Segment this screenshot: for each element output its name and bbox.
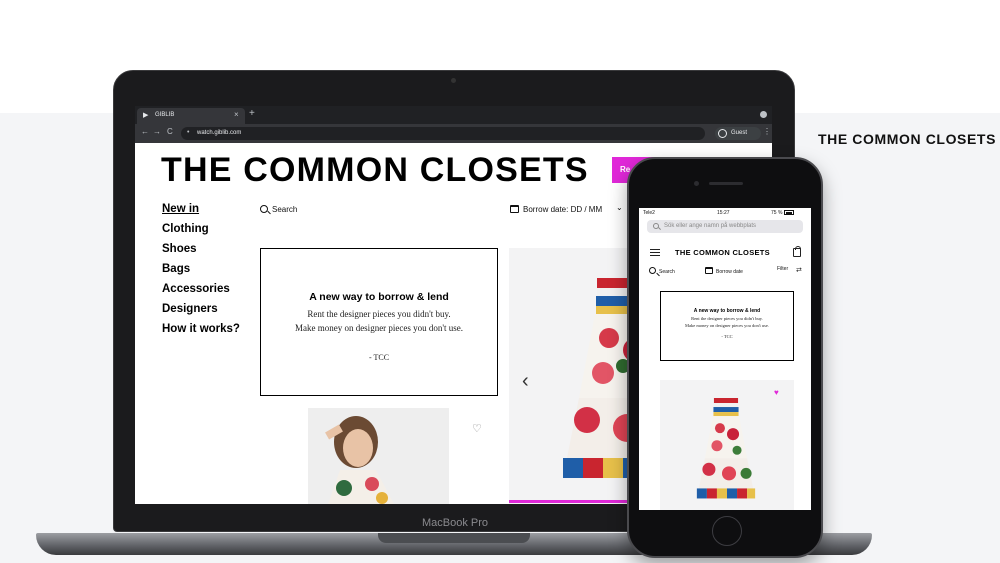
heart-filled-icon[interactable]: ♥ <box>774 388 779 397</box>
search-icon <box>260 205 268 213</box>
window-control-icon[interactable] <box>760 111 767 118</box>
phone-frame: Tele2 15:27 75 % Sök eller ange namn på … <box>627 157 823 558</box>
mobile-promo-box: A new way to borrow & lend Rent the desi… <box>660 291 794 361</box>
battery-label: 75 % <box>771 210 783 216</box>
borrow-date-control[interactable]: Borrow date: DD / MM <box>510 204 602 214</box>
battery-icon <box>783 210 794 215</box>
calendar-icon <box>705 267 713 274</box>
nav-item-new-in[interactable]: New in <box>162 203 240 223</box>
mobile-borrow-label: Borrow date <box>716 269 743 275</box>
mobile-site-title[interactable]: THE COMMON CLOSETS <box>675 248 770 257</box>
forward-button[interactable]: → <box>153 127 161 136</box>
hamburger-menu-icon[interactable] <box>650 249 660 256</box>
laptop-model-label: MacBook Pro <box>421 517 489 529</box>
search-control[interactable]: Search <box>260 204 297 214</box>
lock-icon: • <box>187 129 190 136</box>
mobile-search-input[interactable]: Sök eller ange namn på webbplats <box>647 220 803 233</box>
mobile-search-label: Search <box>659 269 675 275</box>
home-button[interactable] <box>712 516 742 546</box>
brand-caption: THE COMMON CLOSETS <box>818 131 997 147</box>
reload-button[interactable]: C <box>167 127 173 136</box>
nav-item-bags[interactable]: Bags <box>162 263 240 283</box>
play-icon: ▶ <box>143 112 149 119</box>
phone-camera <box>694 181 699 186</box>
mobile-promo-line-1: Rent the designer pieces you didn't buy. <box>691 316 763 321</box>
browser-tab[interactable]: ▶ GIBLIB × <box>137 108 245 124</box>
calendar-icon <box>510 205 519 213</box>
mobile-promo-line-2: Make money on designer pieces you don't … <box>684 323 770 328</box>
promo-line-2: Make money on designer pieces you don't … <box>294 323 464 333</box>
search-icon <box>653 223 659 229</box>
mobile-skirt-image <box>688 398 766 510</box>
profile-label: Guest <box>731 130 748 136</box>
nav-item-clothing[interactable]: Clothing <box>162 223 240 243</box>
heart-outline-icon[interactable]: ♡ <box>472 422 482 435</box>
browser-toolbar: ← → C • watch.giblib.com Guest ⋮ <box>135 124 772 143</box>
nav-item-how-it-works[interactable]: How it works? <box>162 323 240 343</box>
url-placeholder: Sök eller ange namn på webbplats <box>664 223 757 229</box>
promo-title: A new way to borrow & lend <box>309 291 449 303</box>
search-icon <box>649 267 656 274</box>
carrier-label: Tele2 <box>643 210 655 216</box>
tab-title: GIBLIB <box>155 112 175 118</box>
nav-item-accessories[interactable]: Accessories <box>162 283 240 303</box>
mobile-search-control[interactable]: Search <box>649 266 675 275</box>
back-button[interactable]: ← <box>141 127 149 136</box>
promo-line-1: Rent the designer pieces you didn't buy. <box>307 309 451 319</box>
nav-item-shoes[interactable]: Shoes <box>162 243 240 263</box>
chevron-left-icon[interactable]: ‹ <box>522 370 529 393</box>
chevron-down-icon[interactable]: ⌄ <box>616 203 623 212</box>
product-image-model[interactable] <box>308 408 449 504</box>
mobile-product-card[interactable]: ♥ <box>660 380 794 510</box>
promo-box: A new way to borrow & lend Rent the desi… <box>260 248 498 396</box>
phone-speaker <box>709 182 743 185</box>
nav-item-designers[interactable]: Designers <box>162 303 240 323</box>
profile-button[interactable]: Guest <box>715 127 761 140</box>
new-tab-button[interactable]: + <box>249 108 255 119</box>
status-bar: Tele2 15:27 75 % <box>639 208 811 217</box>
filter-icon[interactable]: ⇄ <box>796 266 802 274</box>
laptop-camera <box>451 78 456 83</box>
shopping-bag-icon[interactable] <box>793 246 801 257</box>
time-label: 15:27 <box>717 210 730 216</box>
browser-menu-button[interactable]: ⋮ <box>763 127 771 136</box>
promo-signature: - TCC <box>368 353 390 362</box>
mobile-borrow-control[interactable]: Borrow date <box>705 266 743 275</box>
phone-screen: Tele2 15:27 75 % Sök eller ange namn på … <box>639 208 811 510</box>
borrow-date-label: Borrow date: DD / MM <box>523 205 603 214</box>
avatar-icon <box>718 129 727 138</box>
browser-tab-strip: ▶ GIBLIB × + <box>135 106 772 124</box>
search-label: Search <box>272 205 298 214</box>
site-title[interactable]: THE COMMON CLOSETS <box>161 151 589 190</box>
mobile-filter-label[interactable]: Filter <box>777 266 788 272</box>
mobile-promo-title: A new way to borrow & lend <box>693 308 761 314</box>
side-navigation: New in Clothing Shoes Bags Accessories D… <box>162 203 240 343</box>
laptop-notch <box>378 533 530 543</box>
address-bar[interactable]: • watch.giblib.com <box>181 127 705 140</box>
battery-indicator: 75 % <box>771 210 794 216</box>
address-url: watch.giblib.com <box>197 130 242 136</box>
close-icon[interactable]: × <box>234 110 239 119</box>
mobile-promo-signature: - TCC <box>721 334 733 339</box>
